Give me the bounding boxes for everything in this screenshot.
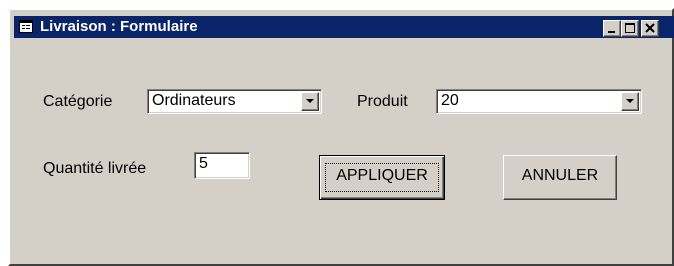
produit-select[interactable]: 20 [436,89,642,114]
chevron-down-icon [306,99,314,103]
minimize-button[interactable] [603,20,621,37]
produit-dropdown-button[interactable] [621,92,639,111]
quantite-value: 5 [199,155,208,172]
maximize-button[interactable] [621,20,639,37]
produit-label: Produit [357,93,408,110]
quantite-input[interactable]: 5 [194,152,250,179]
maximize-icon [625,23,635,33]
chevron-down-icon [626,99,634,103]
quantite-label: Quantité livrée [43,160,147,177]
form-icon[interactable] [19,20,33,33]
apply-button-label: APPLIQUER [336,167,428,184]
title-bar[interactable]: Livraison : Formulaire [14,16,674,38]
cancel-button-label: ANNULER [521,167,599,184]
close-button[interactable] [641,20,659,37]
apply-button[interactable]: APPLIQUER [319,155,445,200]
minimize-icon [608,31,615,33]
categorie-value: Ordinateurs [152,92,236,109]
produit-value: 20 [441,92,459,109]
window-title: Livraison : Formulaire [40,18,198,35]
categorie-select[interactable]: Ordinateurs [147,89,322,114]
categorie-label: Catégorie [43,93,113,110]
cancel-button[interactable]: ANNULER [503,155,617,200]
close-icon [645,23,655,33]
categorie-dropdown-button[interactable] [301,92,319,111]
form-window: Livraison : Formulaire Catégorie Ordinat… [8,8,674,266]
